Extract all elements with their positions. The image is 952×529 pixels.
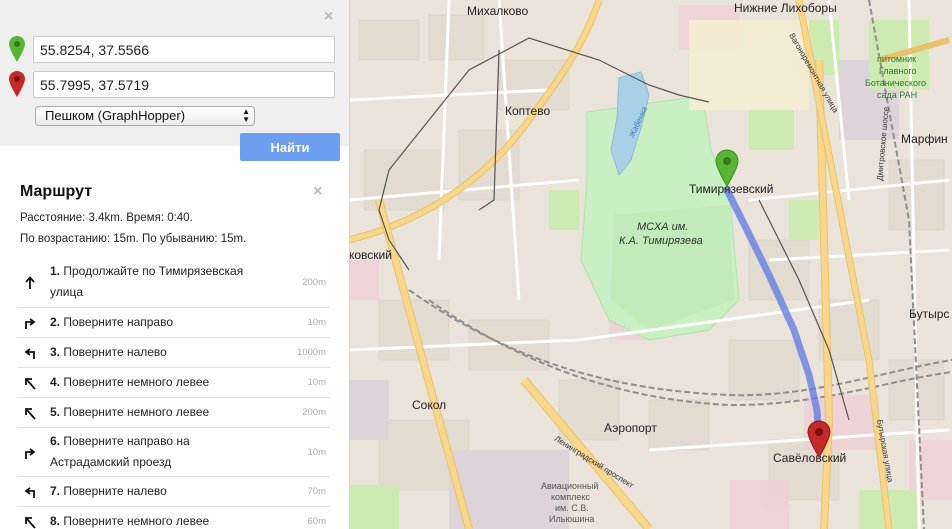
- slight-left-icon: [25, 408, 36, 420]
- route-step-distance: 60m: [307, 516, 326, 527]
- route-step-distance: 70m: [307, 486, 326, 497]
- map-label-pitomnik-4: сада РАН: [877, 90, 917, 100]
- route-step[interactable]: 2. Поверните направо 10m: [17, 307, 330, 337]
- select-arrows-icon: ▲ ▼: [242, 107, 250, 124]
- route-step[interactable]: 4. Поверните немного левее 10m: [17, 367, 330, 397]
- route-step-instruction: Поверните немного левее: [63, 375, 210, 389]
- route-step[interactable]: 5. Поверните немного левее 200m: [17, 397, 330, 427]
- route-step-instruction: Поверните направо на Астрадамский проезд: [50, 434, 190, 469]
- find-route-button[interactable]: Найти: [240, 133, 340, 161]
- map-label-aviakompleks-3: им. С.В.: [555, 503, 589, 513]
- route-step[interactable]: 7. Поверните налево 70m: [17, 476, 330, 506]
- route-step[interactable]: 8. Поверните немного левее 60m: [17, 506, 330, 529]
- map-label-aeroport: Аэропорт: [604, 421, 657, 435]
- map-label-aviakompleks-4: Ильюшина: [549, 514, 594, 524]
- route-step-number: 6.: [50, 434, 61, 448]
- map-label-mskha-line1: МСХА им.: [637, 221, 688, 233]
- map-label-mikhalkovo: Михалково: [467, 4, 529, 18]
- map-view[interactable]: Михалково Нижние Лихоборы Коптево Тимиря…: [349, 0, 952, 529]
- end-marker-icon: [9, 71, 25, 97]
- route-steps-list: 1. Продолжайте по Тимирязевская улица 200…: [17, 258, 330, 529]
- route-step-text: 4. Поверните немного левее: [50, 372, 260, 393]
- map-label-timiryazevsky: Тимирязевский: [689, 182, 773, 196]
- map-label-pitomnik-2: Главного: [879, 66, 916, 76]
- map-label-sokol: Сокол: [412, 398, 446, 412]
- route-step-instruction: Продолжайте по Тимирязевская улица: [50, 264, 244, 299]
- route-step-text: 2. Поверните направо: [50, 312, 260, 333]
- route-step-number: 2.: [50, 315, 61, 329]
- search-box: × Пешком (GraphHopper) ▲▼: [0, 0, 349, 146]
- route-step-number: 5.: [50, 405, 61, 419]
- route-step-distance: 1000m: [296, 347, 326, 358]
- route-close-icon[interactable]: ×: [313, 184, 322, 200]
- route-step[interactable]: 1. Продолжайте по Тимирязевская улица 200…: [17, 258, 330, 307]
- slight-left-icon: [25, 517, 36, 529]
- route-elevation: По возрастанию: 15m. По убыванию: 15m.: [20, 233, 247, 245]
- map-canvas[interactable]: Михалково Нижние Лихоборы Коптево Тимиря…: [349, 0, 952, 529]
- route-step[interactable]: 6. Поверните направо на Астрадамский про…: [17, 427, 330, 476]
- start-coordinates-input[interactable]: [33, 36, 335, 63]
- turn-right-icon: [25, 318, 36, 329]
- turn-left-icon: [24, 487, 35, 498]
- route-step-distance: 10m: [307, 446, 326, 458]
- routing-mode-select[interactable]: Пешком (GraphHopper) ▲ ▼: [35, 106, 255, 126]
- route-step-instruction: Поверните налево: [63, 345, 167, 359]
- route-step-distance: 10m: [307, 317, 326, 328]
- route-step[interactable]: 3. Поверните налево 1000m: [17, 337, 330, 367]
- map-label-pitomnik-1: питомник: [877, 54, 916, 64]
- map-label-marfino: Марфин: [901, 132, 948, 146]
- map-label-butyrsky: Бутырс: [909, 307, 949, 321]
- route-summary: Расстояние: 3.4km. Время: 0:40.: [20, 212, 193, 224]
- start-marker-icon: [9, 36, 25, 62]
- straight-arrow-icon: [25, 275, 35, 289]
- route-step-instruction: Поверните немного левее: [63, 405, 210, 419]
- map-label-koptevo: Коптево: [505, 104, 550, 118]
- map-label-aviakompleks-2: комплекс: [551, 492, 590, 502]
- route-step-number: 7.: [50, 484, 61, 498]
- end-coordinates-input[interactable]: [33, 71, 335, 98]
- route-step-instruction: Поверните налево: [63, 484, 167, 498]
- route-step-text: 8. Поверните немного левее: [50, 511, 260, 529]
- map-label-mskha-line2: К.А. Тимирязева: [619, 235, 703, 247]
- routing-mode-value: Пешком (GraphHopper): [45, 108, 186, 123]
- map-label-koptevsky: ковский: [349, 248, 392, 262]
- route-step-number: 3.: [50, 345, 61, 359]
- route-step-number: 8.: [50, 514, 61, 528]
- route-step-number: 1.: [50, 264, 61, 278]
- turn-left-icon: [24, 348, 35, 359]
- route-step-distance: 200m: [302, 407, 326, 418]
- map-label-nizhnie-likhobory: Нижние Лихоборы: [734, 1, 837, 15]
- route-step-instruction: Поверните направо: [63, 315, 174, 329]
- route-step-distance: 10m: [307, 377, 326, 388]
- map-label-aviakompleks-1: Авиационный: [541, 481, 598, 491]
- turn-right-icon: [25, 447, 36, 459]
- route-step-text: 7. Поверните налево: [50, 481, 260, 502]
- slight-left-icon: [25, 378, 36, 390]
- route-title: Маршрут: [20, 183, 93, 200]
- route-step-text: 5. Поверните немного левее: [50, 402, 260, 423]
- route-step-distance: 200m: [302, 276, 326, 288]
- routing-panel: × Пешком (GraphHopper) ▲▼ Найти Маршрут …: [0, 0, 350, 529]
- route-step-number: 4.: [50, 375, 61, 389]
- route-step-instruction: Поверните немного левее: [63, 514, 210, 528]
- map-label-pitomnik-3: Ботанического: [865, 78, 926, 88]
- map-label-savelovsky: Савёловский: [773, 451, 846, 465]
- search-close-icon[interactable]: ×: [324, 9, 333, 25]
- route-step-text: 1. Продолжайте по Тимирязевская улица: [50, 261, 260, 303]
- route-step-text: 3. Поверните налево: [50, 342, 260, 363]
- route-step-text: 6. Поверните направо на Астрадамский про…: [50, 431, 260, 473]
